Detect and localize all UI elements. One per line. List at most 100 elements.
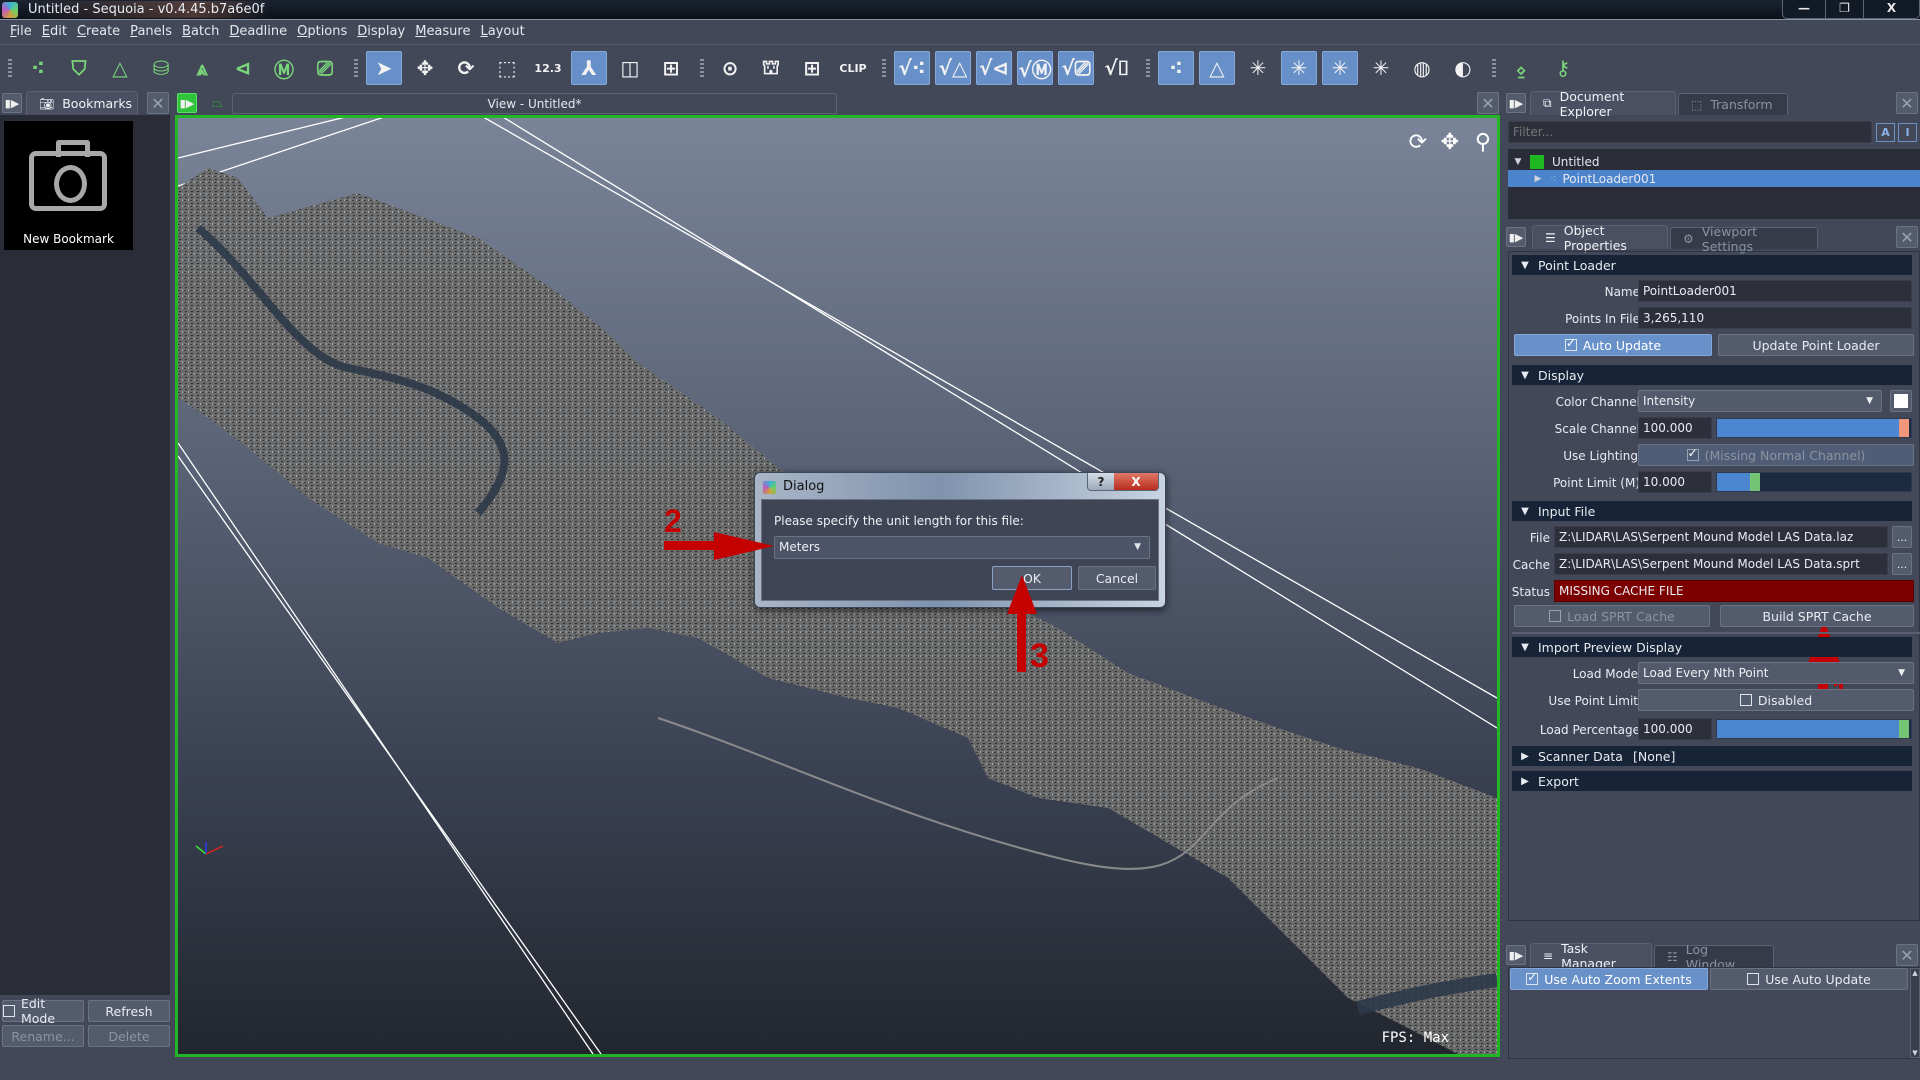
load-sprt-cache-toggle[interactable]: Load SPRT Cache — [1514, 605, 1710, 627]
color-swatch — [1894, 394, 1908, 408]
collapse-icon: ▼ — [1521, 369, 1529, 381]
build-sprt-cache-button[interactable]: Build SPRT Cache — [1720, 605, 1914, 627]
section-export[interactable]: ▶ Export — [1512, 771, 1912, 791]
expand-right-icon[interactable]: ▶ — [1528, 174, 1548, 184]
load-percentage-value[interactable]: 100.000 — [1638, 718, 1712, 740]
task-scrollbar[interactable]: ▲ ▼ — [1910, 968, 1920, 1058]
filter-input[interactable] — [1508, 121, 1872, 143]
scale-channel-slider[interactable] — [1716, 418, 1912, 438]
use-point-limit-label: Use Point Limit — [1548, 694, 1638, 708]
section-scanner-data[interactable]: ▶ Scanner Data [None] — [1512, 746, 1912, 766]
transform-icon: ⬚ — [1691, 97, 1703, 112]
dock-toggle-icon[interactable]: ▮▶ — [1506, 945, 1526, 965]
auto-zoom-checkbox[interactable] — [1526, 970, 1539, 985]
point-limit-slider[interactable] — [1716, 472, 1912, 492]
right-panels: ▮▶ ⧉ Document Explorer ⬚ Transform ✕ A I… — [1504, 89, 1920, 1080]
color-channel-select[interactable]: Intensity ▼ — [1638, 390, 1882, 412]
collapse-icon: ▼ — [1521, 505, 1529, 517]
chevron-down-icon: ▼ — [1898, 668, 1905, 678]
tab-label: Object Properties — [1563, 222, 1627, 253]
point-limit-value[interactable]: 10.000 — [1638, 471, 1712, 493]
close-panel-icon[interactable]: ✕ — [1896, 92, 1918, 114]
scale-channel-label: Scale Channel — [1554, 422, 1640, 436]
use-lighting-toggle[interactable]: (Missing Normal Channel) — [1638, 444, 1914, 466]
slider-handle[interactable] — [1899, 419, 1909, 437]
close-panel-icon[interactable]: ✕ — [1896, 226, 1918, 248]
collapse-icon: ▼ — [1521, 259, 1529, 271]
load-cache-label: Load SPRT Cache — [1567, 608, 1675, 624]
auto-update-task-label: Use Auto Update — [1765, 971, 1871, 987]
tab-label: Task Manager — [1561, 940, 1616, 971]
auto-update-task-toggle[interactable]: Use Auto Update — [1710, 968, 1908, 990]
expand-icon: ▶ — [1521, 750, 1529, 762]
sequoia-app-window: Untitled - Sequoia - v0.4.45.b7a6e0f — ❐… — [0, 0, 1920, 1080]
document-tree: ▼ Untitled ▶ ⁖ PointLoader001 — [1508, 149, 1920, 219]
section-input-file[interactable]: ▼ Input File — [1512, 501, 1912, 521]
scroll-down-icon[interactable]: ▼ — [1911, 1049, 1919, 1057]
divider — [1512, 632, 1920, 634]
color-swatch-button[interactable] — [1890, 390, 1912, 412]
auto-update-task-checkbox[interactable] — [1747, 973, 1760, 985]
auto-update-checkbox[interactable] — [1564, 336, 1577, 351]
close-panel-icon[interactable]: ✕ — [1896, 944, 1918, 966]
scanner-data-value: [None] — [1632, 748, 1676, 764]
tree-item-untitled[interactable]: ▼ Untitled — [1508, 153, 1920, 170]
scale-channel-value[interactable]: 100.000 — [1638, 417, 1712, 439]
use-point-limit-toggle[interactable]: Disabled — [1638, 689, 1914, 711]
section-import-preview[interactable]: ▼ Import Preview Display — [1512, 637, 1912, 657]
dock-toggle-icon[interactable]: ▮▶ — [1506, 93, 1526, 113]
use-lighting-checkbox[interactable] — [1686, 446, 1699, 461]
tab-transform[interactable]: ⬚ Transform — [1678, 93, 1788, 115]
auto-zoom-extents-toggle[interactable]: Use Auto Zoom Extents — [1510, 968, 1708, 990]
dock-toggle-icon[interactable]: ▮▶ — [1506, 227, 1526, 247]
tree-item-pointloader001[interactable]: ▶ ⁖ PointLoader001 — [1508, 170, 1920, 187]
gear-icon: ⚙ — [1683, 231, 1694, 246]
tab-viewport-settings[interactable]: ⚙ Viewport Settings — [1670, 224, 1818, 254]
sliders-icon: ☰ — [1545, 230, 1556, 245]
annotation-label-2: 2 — [664, 503, 682, 539]
auto-zoom-label: Use Auto Zoom Extents — [1544, 971, 1692, 987]
use-point-limit-text: Disabled — [1757, 692, 1813, 708]
use-lighting-label: Use Lighting — [1563, 449, 1638, 463]
auto-update-toggle[interactable]: Auto Update — [1514, 334, 1712, 356]
browse-file-button[interactable]: ... — [1892, 526, 1912, 548]
filter-type-button[interactable]: I — [1898, 123, 1917, 142]
cache-path-field[interactable]: Z:\LIDAR\LAS\Serpent Mound Model LAS Dat… — [1554, 553, 1888, 575]
tab-task-manager[interactable]: ≡ Task Manager — [1530, 941, 1652, 971]
use-point-limit-checkbox[interactable] — [1739, 694, 1752, 706]
tree-item-label: PointLoader001 — [1562, 171, 1657, 186]
section-display[interactable]: ▼ Display — [1512, 365, 1912, 385]
filter-alpha-button[interactable]: A — [1876, 123, 1895, 142]
name-field[interactable]: PointLoader001 — [1638, 280, 1912, 302]
filter-text[interactable] — [1509, 122, 1871, 142]
expand-down-icon[interactable]: ▼ — [1508, 157, 1528, 167]
update-point-loader-button[interactable]: Update Point Loader — [1718, 334, 1914, 356]
tab-object-properties[interactable]: ☰ Object Properties — [1532, 223, 1668, 253]
load-cache-checkbox[interactable] — [1549, 610, 1562, 622]
section-point-loader[interactable]: ▼ Point Loader — [1512, 255, 1912, 275]
slider-handle[interactable] — [1750, 473, 1760, 491]
file-label: File — [1529, 531, 1550, 545]
load-mode-select[interactable]: Load Every Nth Point ▼ — [1638, 662, 1914, 684]
collapse-icon: ▼ — [1521, 641, 1529, 653]
cache-label: Cache — [1512, 558, 1550, 572]
points-in-file-label: Points In File — [1565, 312, 1640, 326]
file-path-field[interactable]: Z:\LIDAR\LAS\Serpent Mound Model LAS Dat… — [1554, 526, 1888, 548]
slider-fill — [1717, 720, 1899, 738]
annotation-label-3: 3 — [1030, 637, 1049, 675]
auto-update-label: Auto Update — [1582, 337, 1662, 353]
tab-label: Transform — [1710, 97, 1773, 112]
load-percentage-slider[interactable] — [1716, 719, 1912, 739]
slider-fill — [1717, 419, 1899, 437]
documents-icon: ⧉ — [1543, 96, 1552, 110]
name-label: Name — [1604, 285, 1640, 299]
tab-label: Viewport Settings — [1701, 223, 1758, 254]
tab-document-explorer[interactable]: ⧉ Document Explorer — [1530, 89, 1676, 119]
section-title: Export — [1538, 773, 1579, 789]
tab-log-window[interactable]: ☷ Log Window — [1654, 942, 1774, 972]
slider-handle[interactable] — [1899, 720, 1909, 738]
color-channel-value: Intensity — [1643, 394, 1696, 408]
browse-cache-button[interactable]: ... — [1892, 553, 1912, 575]
scroll-up-icon[interactable]: ▲ — [1911, 969, 1919, 977]
status-badge: MISSING CACHE FILE — [1554, 580, 1914, 602]
